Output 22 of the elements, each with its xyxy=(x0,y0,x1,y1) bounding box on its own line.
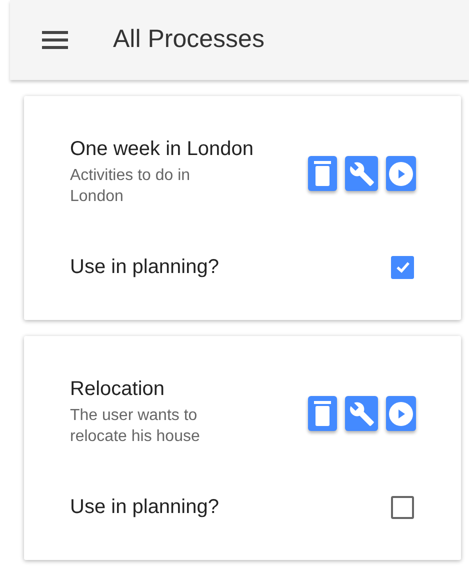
planning-checkbox[interactable] xyxy=(391,256,414,278)
process-description: The user wants to relocate his house xyxy=(70,406,201,447)
configure-button[interactable] xyxy=(345,156,378,191)
delete-button[interactable] xyxy=(308,396,337,431)
process-title: Relocation xyxy=(70,377,166,402)
delete-button[interactable] xyxy=(308,156,337,191)
play-icon xyxy=(388,400,414,426)
trash-icon xyxy=(314,161,331,186)
process-description: Activities to do in London xyxy=(70,166,192,207)
planning-checkbox[interactable] xyxy=(391,496,414,518)
page-title: All Processes xyxy=(113,24,264,56)
run-button[interactable] xyxy=(386,396,416,431)
play-icon xyxy=(388,160,414,186)
menu-icon[interactable] xyxy=(42,31,68,49)
configure-button[interactable] xyxy=(345,396,378,431)
wrench-icon xyxy=(348,400,374,426)
process-title: One week in London xyxy=(70,137,254,162)
planning-label: Use in planning? xyxy=(70,255,219,280)
wrench-icon xyxy=(348,160,374,186)
trash-icon xyxy=(314,401,331,426)
run-button[interactable] xyxy=(386,156,416,191)
planning-label: Use in planning? xyxy=(70,495,219,520)
